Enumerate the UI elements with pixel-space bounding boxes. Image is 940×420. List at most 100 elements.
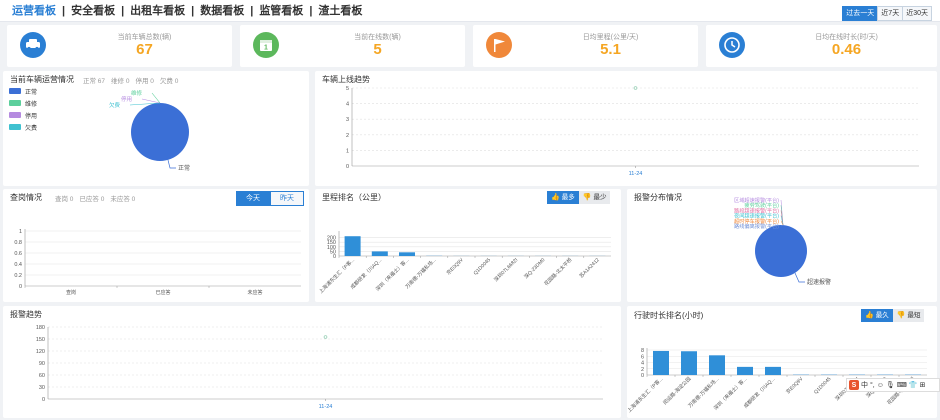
- tab-3[interactable]: 数据看板: [194, 4, 250, 18]
- drive-time-rank-panel: 行驶时长排名(小时) 👍 最久 👎 最短 0 2 4 6 8 上海浦东生汇（P客... 闵运路-海…: [627, 306, 937, 418]
- pie-label: 欠费: [109, 101, 121, 109]
- tab-5[interactable]: 渣土看板: [312, 4, 368, 18]
- x-tick-label: 上海浦东生汇（P客...: [317, 256, 356, 295]
- x-tick-label: 11-24: [629, 171, 643, 177]
- x-tick-label: 深Q-23DM0: [523, 256, 547, 280]
- bar: [737, 366, 753, 375]
- y-tick-label: 200: [327, 236, 336, 242]
- bar: [653, 350, 669, 375]
- pie-label: 超速报警: [807, 278, 831, 286]
- y-tick-label: 0.4: [14, 262, 22, 268]
- alarm-distribution-panel: 报警分布情况 超速报警 区域超速报警(平台) 疲劳驾驶(平台) 路段超速报警(平台) 夜…: [627, 189, 937, 302]
- calendar-icon: 1: [253, 32, 279, 58]
- bar: [344, 236, 361, 256]
- y-tick-label: 1: [346, 148, 349, 154]
- y-tick-label: 120: [36, 349, 45, 355]
- grid-icon[interactable]: ⊞: [920, 381, 926, 389]
- flag-icon: [486, 32, 512, 58]
- emoji-icon[interactable]: ☺: [877, 382, 884, 389]
- x-tick-label: Q1D0045: [813, 376, 833, 396]
- svg-text:1: 1: [264, 45, 268, 52]
- alarm-distribution-pie-chart: 超速报警区域超速报警(平台)疲劳驾驶(平台)路段超速报警(平台)夜间超速报警(平…: [734, 196, 831, 286]
- range-button-1[interactable]: 近7天: [877, 6, 904, 21]
- y-tick-label: 5: [346, 86, 349, 92]
- pie-slice: [755, 225, 807, 277]
- bar: [709, 355, 725, 375]
- pie-label: 路线偏离报警(平台): [734, 222, 779, 230]
- mileage-rank-panel: 里程排名（公里） 👍 最多 👎 最少 0 50 100 150 200 上海浦东生汇（P客...…: [315, 189, 621, 302]
- ime-language-label[interactable]: 中: [861, 380, 868, 390]
- y-tick-label: 6: [641, 354, 644, 360]
- car-icon: [20, 32, 46, 58]
- kpi-card-3: 日均在线时长(时/天) 0.46: [706, 25, 937, 67]
- tab-1[interactable]: 安全看板: [65, 4, 121, 18]
- x-tick-label: 查岗: [66, 289, 76, 296]
- pie-label: 停用: [121, 95, 132, 103]
- x-tick-label: Q1D0045: [473, 257, 493, 277]
- y-tick-label: 4: [641, 361, 644, 367]
- tab-2[interactable]: 出租车看板: [124, 4, 191, 18]
- x-tick-label: 未应答: [247, 289, 262, 296]
- mileage-bar-chart: 050100150200上海浦东生汇（P客...成都研发（川AQ...深圳（来福…: [317, 231, 611, 295]
- y-tick-label: 0.2: [14, 273, 22, 279]
- microphone-icon[interactable]: 🎙: [886, 381, 895, 389]
- y-tick-label: 0: [641, 373, 644, 379]
- y-tick-label: 0: [19, 284, 22, 290]
- range-button-0[interactable]: 过去一天: [842, 6, 879, 21]
- pie-slice: [131, 103, 189, 161]
- check-bar-chart: 0 0.2 0.4 0.6 0.8 1 查岗 已应答 未应答: [14, 229, 301, 296]
- y-tick-label: 2: [346, 133, 349, 139]
- x-tick-label: 京E0Q9V: [785, 375, 805, 395]
- clock-icon: [719, 32, 745, 58]
- tab-0[interactable]: 运营看板: [6, 4, 62, 18]
- shirt-icon[interactable]: 👕: [909, 381, 918, 389]
- y-tick-label: 150: [36, 337, 45, 343]
- keyboard-icon[interactable]: ⌨: [897, 381, 907, 389]
- y-tick-label: 2: [641, 367, 644, 373]
- x-tick-label: 已应答: [155, 289, 170, 296]
- y-tick-label: 30: [39, 385, 45, 391]
- kpi-card-2: 日均里程(公里/天) 5.1: [473, 25, 698, 67]
- y-tick-label: 60: [39, 373, 45, 379]
- y-tick-label: 3: [346, 117, 349, 123]
- bar: [371, 251, 388, 256]
- y-tick-label: 1: [19, 229, 22, 235]
- x-tick-label: 上海浦东生汇（P客...: [627, 375, 664, 414]
- dashboard-tabs: 运营看板 | 安全看板 | 出租车看板 | 数据看板 | 监管看板 | 渣土看板: [6, 4, 368, 18]
- kpi-value: 0.46: [831, 41, 862, 58]
- kpi-value: 5.1: [600, 41, 621, 58]
- x-tick-label: 闵运路-海淀公园: [662, 375, 693, 406]
- y-tick-label: 0: [42, 397, 45, 403]
- line-point: [633, 86, 638, 90]
- kpi-value: 5: [373, 41, 382, 58]
- x-tick-label: 11-24: [319, 404, 333, 410]
- y-tick-label: 4: [346, 102, 349, 108]
- y-tick-label: 180: [36, 325, 45, 331]
- pie-label: 维修: [131, 89, 143, 97]
- bar: [765, 366, 781, 375]
- bar: [681, 351, 697, 375]
- pie-label: 正常: [178, 164, 190, 172]
- tab-4[interactable]: 监管看板: [253, 4, 309, 18]
- bar: [399, 252, 415, 256]
- x-tick-label: 深圳07L6682I: [492, 256, 519, 283]
- x-tick-label: 苏A1A2412: [578, 256, 601, 279]
- kpi-card-1: 1 当前在线数(辆) 5: [240, 25, 465, 67]
- vehicle-status-panel: 当前车辆运营情况 正常 67 维修 0 停用 0 欠费 0 正常 维修 停用 欠费 正常 维修…: [3, 71, 309, 186]
- alarm-trend-line-chart: 0 30 60 90 120 150 180 11-24: [36, 325, 603, 410]
- kpi-value: 67: [136, 41, 153, 58]
- time-range-selector: 过去一天 近7天 近30天: [842, 6, 932, 21]
- punctuation-icon[interactable]: °,: [870, 382, 875, 389]
- y-tick-label: 8: [641, 348, 644, 354]
- range-button-2[interactable]: 近30天: [902, 6, 932, 21]
- alarm-trend-panel: 报警趋势 0 30 60 90 120 150 180 11-24: [3, 306, 621, 418]
- drive-time-bar-chart: 02468上海浦东生汇（P客...闵运路-海淀公园万南德-万福私场...深圳（来…: [627, 348, 927, 414]
- y-tick-label: 0.6: [14, 251, 22, 257]
- y-tick-label: 0.8: [14, 240, 22, 246]
- online-trend-line-chart: 0 1 2 3 4 5 11-24: [346, 86, 919, 177]
- online-trend-panel: 车辆上线趋势 0 1 2 3 4 5 11-24: [315, 71, 937, 186]
- ime-toolbar[interactable]: S 中 °, ☺ 🎙 ⌨ 👕 ⊞: [846, 378, 940, 392]
- sogou-ime-icon[interactable]: S: [849, 380, 859, 390]
- x-tick-label: 花园路-北太平桥: [543, 256, 574, 287]
- top-nav: 运营看板 | 安全看板 | 出租车看板 | 数据看板 | 监管看板 | 渣土看板 过去一天 近7天 近3…: [0, 0, 940, 22]
